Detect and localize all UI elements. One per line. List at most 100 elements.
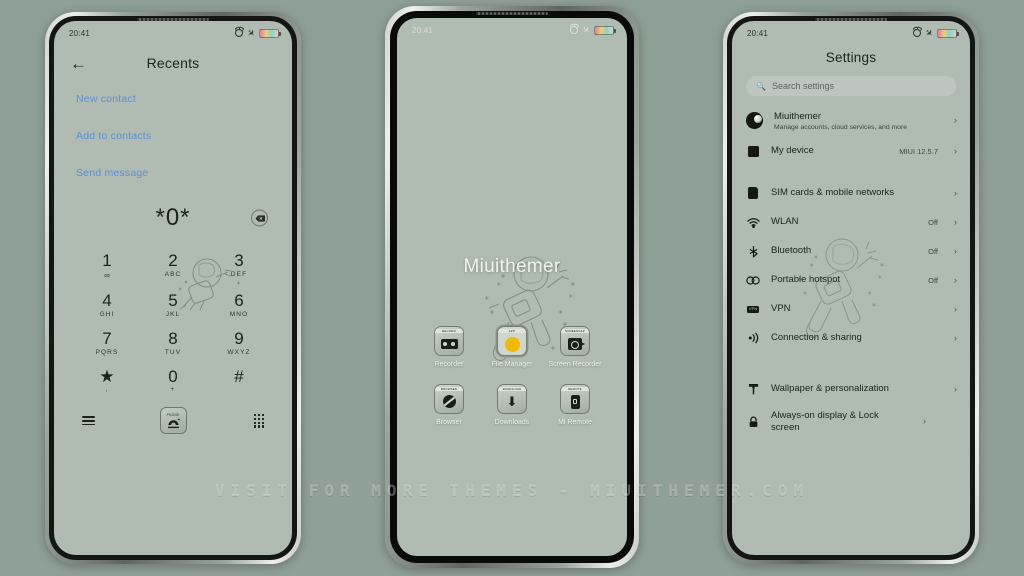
settings-row-vpn[interactable]: VPN VPN › (732, 295, 970, 324)
camcorder-glyph (568, 338, 585, 350)
app-screen-recorder[interactable]: SCREENCAP Screen Recorder (545, 326, 605, 370)
app-downloads[interactable]: DOWNLOAD ⬇ Downloads (482, 383, 542, 428)
yellow-dot-glyph (504, 336, 520, 352)
chevron-right-icon: › (954, 245, 957, 256)
app-recorder[interactable]: RECORD Recorder (419, 326, 479, 370)
menu-button[interactable] (82, 416, 143, 426)
settings-row-sim-cards[interactable]: SIM cards & mobile networks › (732, 179, 970, 208)
page-title: Settings (825, 50, 877, 65)
dialed-number: *0* (54, 204, 292, 232)
key-letters: DEF (230, 270, 248, 278)
key-digit: 5 (168, 290, 178, 310)
recorder-icon: RECORD (434, 326, 464, 356)
settings-row-label: SIM cards & mobile networks (771, 187, 895, 199)
connection-sharing-icon (746, 332, 760, 344)
send-message-link[interactable]: Send message (76, 167, 270, 179)
settings-row-account[interactable]: Miuithemer Manage accounts, cloud servic… (732, 105, 970, 137)
status-icons: ✈ (235, 26, 281, 39)
call-button[interactable]: PHONE (159, 407, 187, 435)
search-placeholder: Search settings (771, 81, 835, 91)
app-grid-row: RECORD Recorder APP File Manager SCREENC… (419, 326, 605, 370)
dialpad-key-star[interactable]: ★ , (74, 364, 140, 402)
app-label: Downloads (494, 418, 530, 426)
dialpad-row: ★ , 0 + # (74, 364, 272, 402)
file-manager-icon: APP (497, 326, 527, 356)
cassette-glyph (440, 339, 458, 349)
dialpad-key-0[interactable]: 0 + (140, 364, 206, 402)
dialpad-key-8[interactable]: 8 TUV (140, 326, 206, 364)
dialer-header: ← Recents (54, 41, 292, 75)
dialpad-key-5[interactable]: 5 JKL (140, 288, 206, 326)
key-letters: TUV (164, 348, 182, 356)
download-arrow-glyph: ⬇ (506, 394, 518, 410)
earpiece-speaker (815, 18, 887, 21)
settings-row-always-on-display[interactable]: Always-on display & Lock screen › (732, 404, 970, 440)
account-avatar (746, 112, 763, 130)
new-contact-link[interactable]: New contact (76, 93, 270, 105)
call-button-caption: PHONE (166, 412, 180, 417)
chevron-right-icon: › (954, 383, 957, 394)
settings-row-value: Off (928, 246, 938, 256)
settings-row-wallpaper[interactable]: Wallpaper & personalization › (732, 375, 970, 404)
search-input[interactable]: 🔍 Search settings (746, 76, 956, 96)
wallpaper-icon (746, 383, 760, 395)
settings-row-bluetooth[interactable]: Bluetooth Off › (732, 237, 970, 266)
mi-remote-icon: REMOTE (560, 383, 590, 414)
settings-row-my-device[interactable]: My device MIUI 12.5.7 › (732, 137, 970, 166)
battery-icon (937, 28, 959, 38)
key-digit: 3 (234, 251, 244, 270)
keypad-icon (253, 413, 265, 428)
key-letters: MNO (229, 310, 249, 318)
key-letters: WXYZ (227, 348, 251, 356)
dialpad-key-1[interactable]: 1 ∞ (74, 248, 140, 288)
app-browser[interactable]: BROWSER Browser (419, 383, 479, 428)
status-icons: ✈ (570, 23, 616, 36)
status-icons: ✈ (913, 26, 959, 39)
dialpad-key-2[interactable]: 2 ABC (140, 248, 206, 288)
settings-row-connection-sharing[interactable]: Connection & sharing › (732, 324, 970, 353)
settings-row-value: Off (928, 217, 938, 227)
settings-row-label: WLAN (771, 216, 799, 228)
home-screen-title: Miuithemer (463, 256, 561, 277)
settings-row-portable-hotspot[interactable]: Portable hotspot Off › (732, 266, 970, 295)
status-bar: 20:41 ✈ (54, 21, 292, 41)
airplane-mode-icon: ✈ (923, 26, 936, 39)
dialpad-key-3[interactable]: 3 DEF (206, 248, 272, 288)
settings-row-label: VPN (771, 303, 791, 315)
account-name: Miuithemer (774, 111, 821, 122)
backspace-icon[interactable] (251, 209, 268, 227)
bluetooth-icon (746, 245, 760, 258)
section-divider (732, 353, 970, 375)
call-icon (167, 418, 180, 428)
add-to-contacts-link[interactable]: Add to contacts (76, 130, 270, 142)
app-file-manager[interactable]: APP File Manager (482, 326, 542, 370)
remote-glyph (570, 394, 580, 409)
settings-row-label: Portable hotspot (771, 274, 841, 286)
key-digit: 6 (234, 290, 244, 310)
phone-screen-settings: 20:41 ✈ Settings 🔍 Search settings Miuit… (732, 21, 970, 555)
alarm-icon (235, 29, 244, 37)
lock-icon (746, 416, 760, 428)
chevron-right-icon: › (954, 187, 957, 198)
settings-row-value: Off (928, 275, 938, 285)
settings-row-wlan[interactable]: WLAN Off › (732, 208, 970, 237)
vpn-icon: VPN (747, 305, 759, 313)
keypad-toggle-button[interactable] (203, 413, 265, 428)
section-divider (732, 166, 970, 179)
screenshot-stage: 20:41 ✈ ← Recents New contact Add to con… (0, 0, 1024, 576)
app-mi-remote[interactable]: REMOTE Mi Remote (545, 383, 605, 428)
battery-icon (594, 25, 616, 35)
key-digit: 4 (102, 290, 112, 310)
dialpad[interactable]: 1 ∞ 2 ABC 3 DEF 4 GHI 5 JKL 6 MNO 7 PQRS… (54, 248, 292, 401)
status-time: 20:41 (69, 28, 91, 38)
app-label: Recorder (434, 361, 464, 368)
settings-row-value: MIUI 12.5.7 (899, 146, 938, 156)
dialpad-key-hash[interactable]: # (206, 364, 272, 402)
dialpad-key-9[interactable]: 9 WXYZ (206, 326, 272, 364)
dialpad-key-7[interactable]: 7 PQRS (74, 326, 140, 364)
key-digit: 0 (168, 366, 178, 386)
screen-recorder-icon: SCREENCAP (560, 326, 590, 356)
dialed-number-text: *0* (155, 204, 191, 231)
dialpad-key-4[interactable]: 4 GHI (74, 288, 140, 326)
dialpad-key-6[interactable]: 6 MNO (206, 288, 272, 326)
